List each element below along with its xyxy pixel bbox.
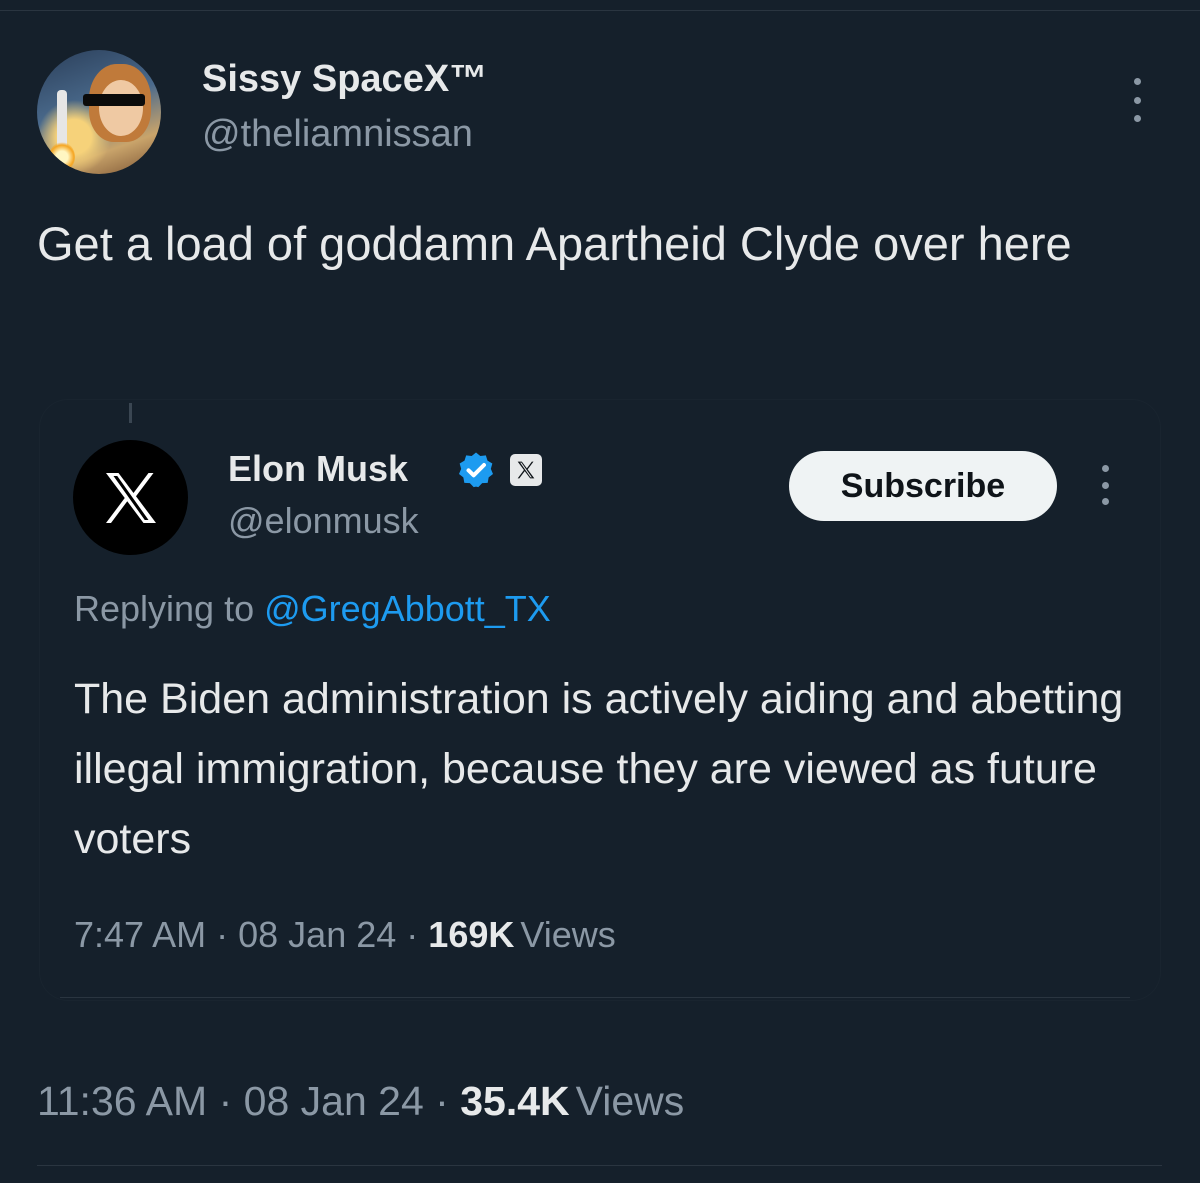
affiliate-x-badge-icon (510, 454, 542, 486)
tweet-time[interactable]: 11:36 AM (37, 1078, 207, 1124)
avatar-face (99, 80, 143, 136)
more-dot (1133, 115, 1141, 122)
quoted-tweet-meta: 7:47 AM · 08 Jan 24 · 169K Views (74, 914, 616, 956)
tweet-meta: 11:36 AM · 08 Jan 24 · 35.4K Views (37, 1078, 684, 1125)
replying-mention-link[interactable]: @GregAbbott_TX (264, 588, 551, 629)
quoted-more-options-icon[interactable] (1097, 465, 1113, 505)
avatar-rocket (57, 90, 67, 150)
tweet-views-label: Views (575, 1078, 685, 1124)
more-dot (1101, 465, 1109, 472)
meta-separator: · (406, 914, 419, 955)
more-dot (1133, 78, 1141, 85)
thread-connector (129, 403, 132, 423)
more-dot (1101, 481, 1109, 489)
avatar-sunglasses (83, 94, 145, 106)
tweet-views-count: 35.4K (460, 1078, 570, 1124)
top-divider (0, 10, 1200, 11)
quoted-time[interactable]: 7:47 AM (74, 914, 206, 955)
quoted-author-avatar[interactable] (73, 440, 188, 555)
quoted-author-handle[interactable]: @elonmusk (228, 500, 419, 542)
more-options-icon[interactable] (1128, 78, 1146, 122)
quoted-author-name[interactable]: Elon Musk (228, 448, 408, 490)
meta-separator: · (435, 1078, 449, 1124)
quoted-divider (60, 997, 1130, 998)
quoted-tweet-text: The Biden administration is actively aid… (74, 675, 1124, 863)
quoted-views-label: Views (520, 914, 616, 955)
meta-separator: · (218, 1078, 233, 1124)
tweet-date[interactable]: 08 Jan 24 (244, 1078, 424, 1124)
x-logo-icon (105, 472, 156, 523)
avatar-flame (49, 142, 75, 172)
tweet-text: Get a load of goddamn Apartheid Clyde ov… (37, 217, 1072, 270)
x-logo-icon (517, 461, 535, 479)
meta-separator: · (216, 914, 229, 955)
replying-to-line: Replying to @GregAbbott_TX (74, 588, 551, 630)
author-avatar[interactable] (37, 50, 161, 174)
verified-badge-icon (459, 452, 493, 488)
bottom-divider (37, 1165, 1162, 1166)
quoted-date[interactable]: 08 Jan 24 (238, 914, 396, 955)
subscribe-button[interactable]: Subscribe (789, 451, 1057, 521)
more-dot (1101, 498, 1109, 505)
author-display-name[interactable]: Sissy SpaceX™ (202, 58, 487, 101)
author-handle[interactable]: @theliamnissan (202, 113, 473, 156)
quoted-views-count: 169K (428, 914, 515, 955)
replying-prefix: Replying to (74, 588, 255, 629)
more-dot (1133, 96, 1141, 104)
